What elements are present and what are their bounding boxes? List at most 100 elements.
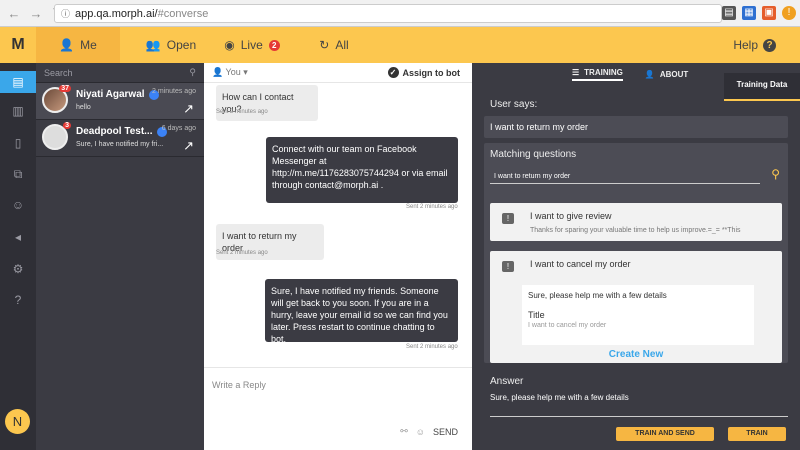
unread-count: 3 — [63, 122, 71, 129]
answer-preview-text: Sure, please help me with a few details — [528, 291, 667, 300]
extension-icon[interactable]: ▤ — [722, 6, 736, 20]
url-path: #converse — [157, 7, 209, 20]
sitemap-icon[interactable]: ⧉ — [0, 164, 36, 184]
agent-label: You — [225, 67, 241, 77]
tab-me[interactable]: 👤 Me — [36, 27, 120, 63]
tab-about-label: ABOUT — [659, 69, 689, 79]
group-icon: 👥 — [145, 38, 161, 52]
outgoing-message: Connect with our team on Facebook Messen… — [266, 137, 458, 203]
question-subtitle: Thanks for sparing your valuable time to… — [530, 227, 741, 234]
avatar: 37 — [42, 85, 71, 113]
emoji-icon[interactable]: ☺ — [416, 427, 425, 437]
search-field[interactable]: Search ⚲ — [36, 63, 204, 83]
tab-all-label: All — [335, 38, 349, 52]
tab-training-label: TRAINING — [584, 67, 623, 77]
conversation-list: Search ⚲ 37 Niyati Agarwal 2 minutes ago… — [36, 63, 204, 450]
question-card[interactable]: ! I want to give review Thanks for spari… — [490, 203, 782, 241]
train-button[interactable]: TRAIN — [728, 427, 786, 441]
send-button[interactable]: SEND — [433, 427, 458, 437]
extension-icon[interactable]: ▣ — [762, 6, 776, 20]
open-arrow-icon[interactable]: ↗ — [183, 138, 194, 154]
tab-training[interactable]: ☰ TRAINING — [572, 68, 623, 81]
top-nav: M 👤 Me 👥 Open ◉ Live 2 ↻ All Help ? — [0, 27, 800, 63]
answer-title-value: I want to cancel my order — [528, 322, 607, 329]
outgoing-message: Sure, I have notified my friends. Someon… — [265, 279, 458, 344]
answer-field[interactable]: Sure, please help me with a few details — [490, 393, 788, 417]
address-bar[interactable]: ⓘ app.qa.morph.ai/#converse — [54, 4, 722, 23]
training-panel: ☰ TRAINING 👤 ABOUT Training Data User sa… — [472, 63, 800, 450]
user-icon: 👤 — [644, 69, 655, 79]
url-host: app.qa.morph.ai/ — [75, 7, 158, 20]
avatar: 3 — [42, 122, 71, 150]
question-card[interactable]: ! I want to cancel my order Sure, please… — [490, 251, 782, 363]
timestamp: 6 days ago — [161, 125, 196, 132]
tab-open-label: Open — [166, 38, 197, 52]
agent-select[interactable]: 👤 You ▾ — [212, 67, 248, 78]
search-icon[interactable]: ⚲ — [771, 167, 780, 181]
gear-icon[interactable]: ⚙ — [0, 259, 36, 279]
list-item[interactable]: 3 Deadpool Test... 6 days ago Sure, I ha… — [36, 120, 204, 157]
user-says-label: User says: — [490, 99, 538, 110]
link-icon[interactable]: ⚯ — [400, 426, 408, 437]
answer-title-label: Title — [528, 310, 545, 320]
assign-to-bot-button[interactable]: ✓ Assign to bot — [387, 67, 461, 78]
megaphone-icon[interactable]: ◂ — [0, 227, 36, 247]
tab-open[interactable]: 👥 Open — [138, 27, 204, 63]
tab-live-label: Live — [240, 38, 263, 52]
extension-icon[interactable]: ▦ — [742, 6, 756, 20]
contact-name: Niyati Agarwal — [76, 89, 145, 100]
timestamp: 2 minutes ago — [152, 88, 196, 95]
list-icon: ☰ — [572, 67, 580, 77]
back-icon[interactable]: ← — [6, 6, 22, 21]
check-icon: ✓ — [387, 67, 399, 78]
chat-icon[interactable]: ▤ — [0, 71, 36, 93]
matching-label: Matching questions — [490, 149, 577, 160]
message-stamp: Sent 2 minutes ago — [216, 250, 268, 256]
message-stamp: Sent 2 minutes ago — [216, 109, 268, 115]
search-input[interactable]: Search — [44, 68, 73, 78]
user-icon: 👤 — [59, 38, 75, 52]
document-icon[interactable]: ▯ — [0, 133, 36, 153]
help-icon: ? — [763, 38, 776, 52]
forward-icon[interactable]: → — [28, 6, 44, 21]
analytics-icon[interactable]: ▥ — [0, 101, 36, 121]
tab-live[interactable]: ◉ Live 2 — [222, 27, 282, 63]
open-arrow-icon[interactable]: ↗ — [183, 101, 194, 117]
assign-label: Assign to bot — [402, 67, 461, 78]
reply-input[interactable]: Write a Reply — [212, 380, 266, 390]
help-button[interactable]: Help ? — [733, 27, 776, 63]
browser-toolbar: ← → ↻ ⓘ app.qa.morph.ai/#converse ▤ ▦ ▣ … — [0, 0, 800, 27]
contact-name: Deadpool Test... — [76, 126, 153, 137]
live-badge: 2 — [268, 39, 280, 51]
live-icon: ◉ — [224, 38, 235, 52]
answer-label: Answer — [490, 376, 524, 387]
message-stamp: Sent 2 minutes ago — [406, 204, 458, 210]
preview-text: Sure, I have notified my fri... — [76, 141, 164, 148]
list-item[interactable]: 37 Niyati Agarwal 2 minutes ago hello ↗ — [36, 83, 204, 120]
question-title: I want to give review — [530, 211, 612, 221]
tab-all[interactable]: ↻ All — [314, 27, 354, 63]
question-icon: ! — [502, 261, 514, 272]
answer-preview: Sure, please help me with a few details … — [522, 285, 754, 345]
tab-about[interactable]: 👤 ABOUT — [645, 70, 688, 79]
search-icon[interactable]: ⚲ — [189, 67, 196, 78]
refresh-icon: ↻ — [319, 38, 330, 52]
question-title: I want to cancel my order — [530, 259, 631, 269]
question-icon[interactable]: ? — [0, 290, 36, 310]
create-new-button[interactable]: Create New — [472, 349, 800, 360]
morph-logo[interactable]: M — [0, 27, 36, 63]
question-icon: ! — [502, 213, 514, 224]
user-says-field[interactable]: I want to return my order — [484, 116, 788, 138]
training-data-tooltip: Training Data — [724, 73, 800, 101]
unread-count: 37 — [59, 85, 71, 92]
extension-icon[interactable]: ! — [782, 6, 796, 20]
avatar[interactable]: N — [5, 409, 30, 434]
matching-search-input[interactable]: I want to return my order — [490, 171, 760, 184]
preview-text: hello — [76, 104, 91, 111]
info-icon: ⓘ — [61, 9, 71, 19]
train-and-send-button[interactable]: TRAIN AND SEND — [616, 427, 714, 441]
message-stamp: Sent 2 minutes ago — [406, 344, 458, 350]
bot-icon[interactable]: ☺ — [0, 195, 36, 215]
reply-box[interactable]: Write a Reply ⚯ ☺ SEND — [204, 367, 472, 450]
tab-me-label: Me — [80, 38, 97, 52]
